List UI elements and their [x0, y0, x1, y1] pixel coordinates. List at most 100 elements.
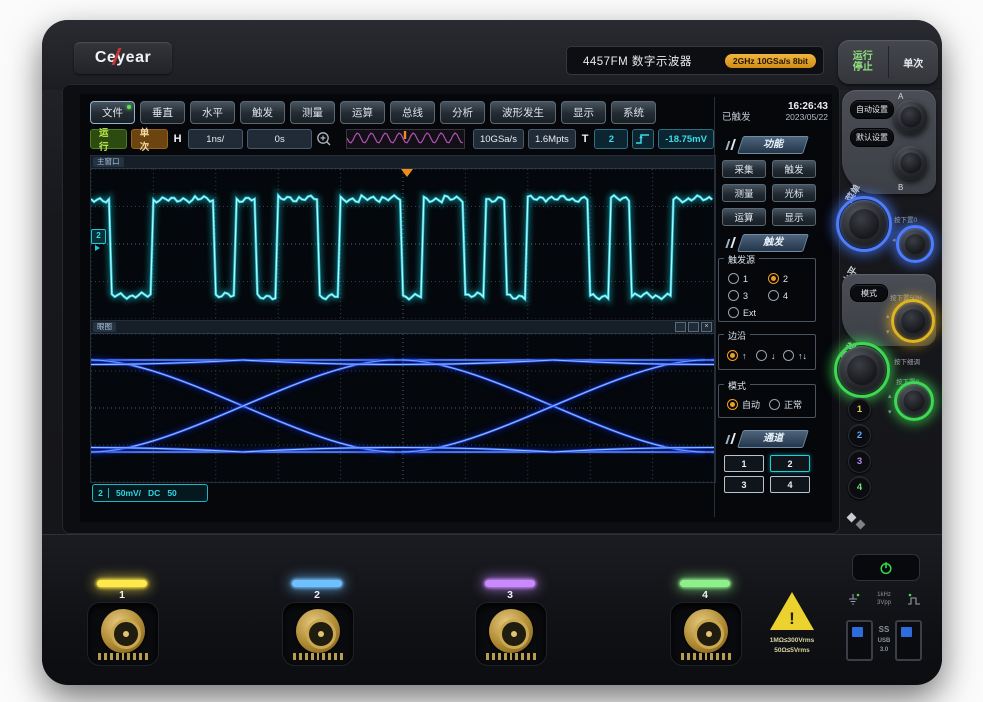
usb-label: SS USB 3.0	[873, 624, 895, 656]
power-button[interactable]	[852, 554, 920, 581]
mode-auto[interactable]: 自动	[727, 396, 760, 414]
horizontal-position-field[interactable]: 0s	[247, 129, 312, 149]
bnc-ticks	[486, 653, 536, 660]
channel2-readout-badge[interactable]: 2 50mV/ DC 50	[92, 484, 208, 502]
status-toolbar: 运行 单次 H 1ns/ 0s 10GSa/s 1.6Mpts T 2 -18.…	[90, 128, 714, 150]
horizontal-position-knob[interactable]	[899, 228, 931, 260]
radio-icon[interactable]	[727, 399, 738, 410]
oscilloscope-photo: Ceyear 4457FM 数字示波器 2GHz 10GSa/s 8bit 运行…	[0, 0, 983, 702]
trigger-source-2[interactable]: 2	[768, 270, 788, 288]
zoom-icon[interactable]	[316, 131, 332, 147]
radio-icon[interactable]	[728, 290, 739, 301]
radio-icon[interactable]	[756, 350, 767, 361]
ground-terminal-icon	[846, 592, 862, 608]
channel-1-led	[97, 580, 147, 587]
menu-item-system[interactable]: 系统	[611, 101, 656, 124]
knob-b-label: B	[898, 183, 903, 192]
fn-acquire-button[interactable]: 采集	[722, 160, 766, 178]
eye-diagram-plot[interactable]	[91, 334, 715, 482]
trigger-source-ext[interactable]: Ext	[728, 304, 756, 322]
radio-icon[interactable]	[728, 273, 739, 284]
trigger-position-marker[interactable]	[401, 169, 413, 177]
bnc-connector	[489, 609, 533, 653]
single-indicator-button[interactable]: 单次	[131, 129, 168, 149]
vertical-scale-knob[interactable]	[838, 346, 886, 394]
collapse-window-button[interactable]	[688, 322, 699, 332]
channel-impedance: 50	[167, 488, 176, 498]
fn-cursor-button[interactable]: 光标	[772, 184, 816, 202]
menu-item-bus[interactable]: 总线	[390, 101, 435, 124]
autoset-button[interactable]: 自动设置	[850, 100, 894, 119]
timebase-field[interactable]: 1ns/	[188, 129, 244, 149]
channel-3-button[interactable]: 3	[724, 476, 764, 493]
menu-item-wavegen[interactable]: 波形发生	[490, 101, 556, 124]
fn-trigger-button[interactable]: 触发	[772, 160, 816, 178]
memory-depth-readout: 1.6Mpts	[528, 129, 576, 149]
menu-item-vertical[interactable]: 垂直	[140, 101, 185, 124]
main-window-titlebar[interactable]: 主窗口	[91, 156, 715, 169]
menu-item-measure[interactable]: 测量	[290, 101, 335, 124]
radio-icon[interactable]	[727, 350, 738, 361]
knob-a[interactable]	[894, 100, 928, 134]
radio-icon[interactable]	[783, 350, 794, 361]
mode-normal[interactable]: 正常	[769, 396, 802, 414]
hard-channel-3-key[interactable]: 3	[848, 450, 871, 473]
hard-channel-4-key[interactable]: 4	[848, 476, 871, 499]
trigger-source-3[interactable]: 3	[728, 287, 748, 305]
hard-channel-2-key[interactable]: 2	[848, 424, 871, 447]
trigger-slope-icon[interactable]	[632, 129, 654, 149]
run-control-pod: 运行 停止 单次	[838, 40, 938, 84]
trigger-level-knob[interactable]	[894, 302, 932, 340]
trigger-level-readout[interactable]: -18.75mV	[658, 129, 714, 149]
trigger-source-4[interactable]: 4	[768, 287, 788, 305]
run-indicator-button[interactable]: 运行	[90, 129, 127, 149]
trigger-source-group: 触发源 1 2 3 4 Ext	[718, 258, 816, 322]
down-arrow-icon: ▾	[888, 408, 892, 416]
edge-group: 边沿 ↑ ↓ ↑↓	[718, 334, 816, 370]
single-button[interactable]: 单次	[889, 40, 939, 84]
menu-item-file[interactable]: 文件	[90, 101, 135, 124]
menu-item-math[interactable]: 运算	[340, 101, 385, 124]
channel-2-button[interactable]: 2	[770, 455, 810, 472]
fn-measure-button[interactable]: 测量	[722, 184, 766, 202]
trigger-mode-button[interactable]: 模式	[850, 284, 888, 302]
menu-item-analysis[interactable]: 分析	[440, 101, 485, 124]
radio-icon[interactable]	[728, 307, 739, 318]
trigger-source-1[interactable]: 1	[728, 270, 748, 288]
channel-1-button[interactable]: 1	[724, 455, 764, 472]
function-section-header: 功能	[737, 136, 809, 154]
eye-window-titlebar[interactable]: 眼图 ×	[91, 321, 715, 334]
menu-item-horizontal[interactable]: 水平	[190, 101, 235, 124]
radio-icon[interactable]	[769, 399, 780, 410]
fn-math-button[interactable]: 运算	[722, 208, 766, 226]
radio-icon[interactable]	[768, 273, 779, 284]
channel-1-number: 1	[97, 589, 147, 601]
edge-both[interactable]: ↑↓	[783, 347, 807, 365]
hard-channel-1-key[interactable]: 1	[848, 398, 871, 421]
channel2-ground-marker[interactable]: 2	[91, 229, 106, 244]
run-stop-button[interactable]: 运行 停止	[838, 40, 888, 84]
radio-icon[interactable]	[768, 290, 779, 301]
probe-comp-terminals: 1kHz 3Vpp	[846, 586, 922, 614]
eye-diagram-window: 眼图 ×	[90, 320, 716, 483]
fn-display-button[interactable]: 显示	[772, 208, 816, 226]
menu-item-display[interactable]: 显示	[561, 101, 606, 124]
acquisition-preview-plot[interactable]	[346, 129, 465, 149]
vertical-position-knob[interactable]	[897, 384, 931, 418]
bnc-connector	[296, 609, 340, 653]
restore-window-button[interactable]	[675, 322, 686, 332]
trigger-source-readout[interactable]: 2	[594, 129, 628, 149]
edge-rising[interactable]: ↑	[727, 347, 747, 365]
knob-b[interactable]	[894, 146, 928, 180]
channel-4-number: 4	[680, 589, 730, 601]
horizontal-scale-knob[interactable]	[840, 200, 888, 248]
main-waveform-plot[interactable]: 2	[91, 169, 715, 319]
channel-4-button[interactable]: 4	[770, 476, 810, 493]
clock-date: 2023/05/22	[748, 112, 828, 122]
mode-label: 模式	[724, 379, 750, 392]
edge-falling[interactable]: ↓	[756, 347, 776, 365]
default-setup-button[interactable]: 默认设置	[850, 128, 894, 147]
close-window-button[interactable]: ×	[701, 322, 712, 332]
up-arrow-icon: ▴	[888, 392, 892, 400]
menu-item-trigger[interactable]: 触发	[240, 101, 285, 124]
